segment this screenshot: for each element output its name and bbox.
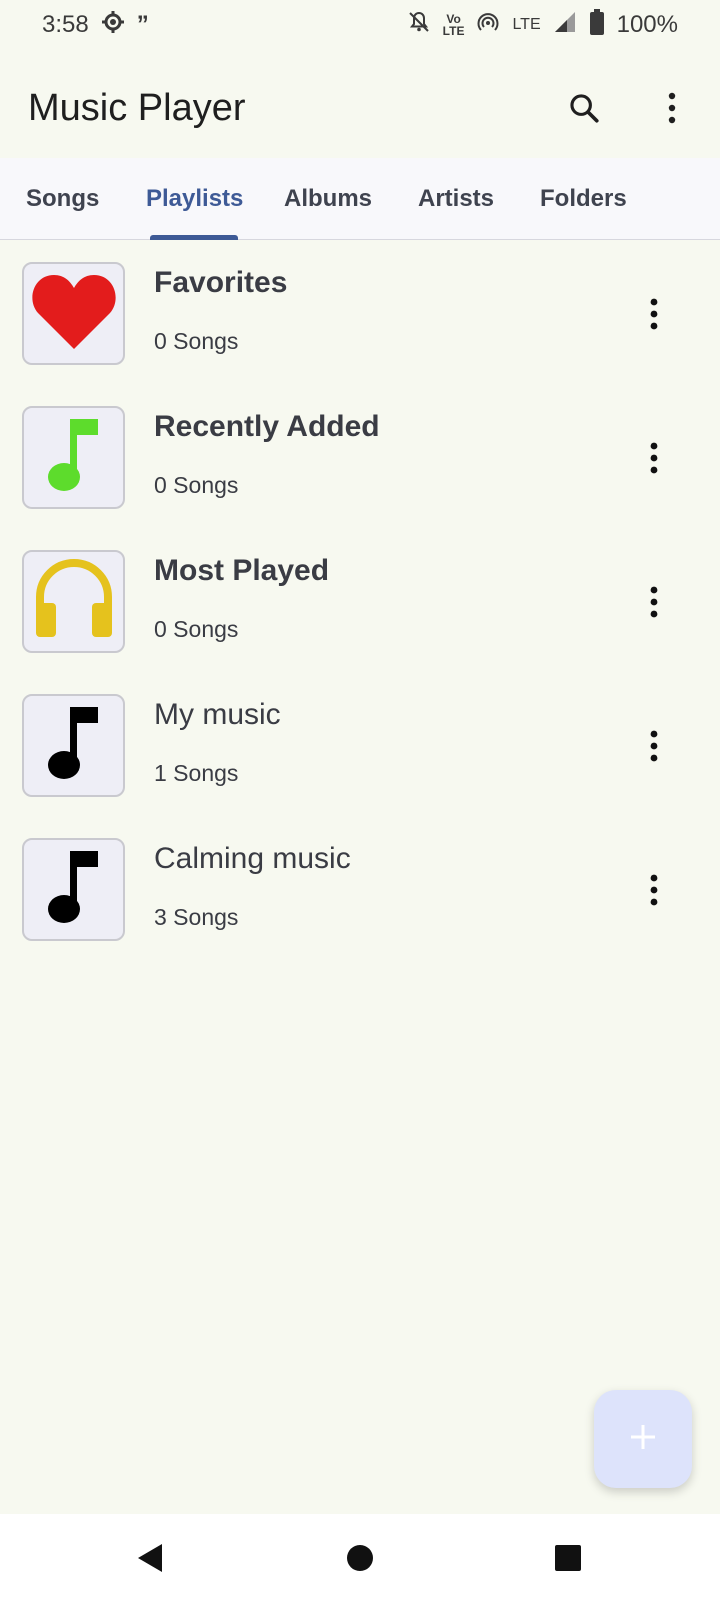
heart-icon	[30, 271, 118, 356]
headphones-icon	[32, 557, 116, 646]
playlist-more-icon[interactable]	[634, 870, 674, 910]
playlist-item-my-music[interactable]: My music 1 Songs	[0, 674, 720, 818]
settings-icon	[101, 10, 125, 41]
music-note-icon	[44, 703, 104, 788]
playlist-thumbnail	[22, 694, 125, 797]
playlist-thumbnail	[22, 550, 125, 653]
tab-bar: Songs Playlists Albums Artists Folders	[0, 158, 720, 240]
app-bar: Music Player	[0, 60, 720, 156]
volte-bottom: LTE	[442, 24, 465, 38]
signal-icon	[553, 10, 577, 41]
playlist-more-icon[interactable]	[634, 438, 674, 478]
tab-folders[interactable]: Folders	[540, 158, 627, 240]
tab-playlists[interactable]: Playlists	[146, 158, 243, 240]
playlist-song-count: 0 Songs	[154, 616, 239, 642]
playlist-more-icon[interactable]	[634, 582, 674, 622]
quote-icon: ”	[136, 11, 149, 38]
playlist-name: My music	[154, 698, 281, 731]
battery-level: 100%	[616, 11, 678, 38]
home-icon[interactable]	[344, 1542, 376, 1574]
playlist-name: Favorites	[154, 266, 288, 299]
volte-indicator: Vo LTE	[443, 13, 465, 37]
music-note-icon	[44, 847, 104, 932]
back-icon[interactable]	[134, 1542, 166, 1574]
system-nav-bar	[0, 1514, 720, 1600]
tab-artists[interactable]: Artists	[418, 158, 494, 240]
playlist-name: Recently Added	[154, 410, 380, 443]
app-title: Music Player	[28, 86, 246, 129]
status-bar: 3:58 ” Vo LTE LTE 100%	[0, 0, 720, 50]
tab-albums[interactable]: Albums	[284, 158, 372, 240]
add-icon	[628, 1422, 658, 1457]
status-time: 3:58	[42, 11, 89, 38]
playlist-song-count: 0 Songs	[154, 328, 239, 354]
battery-icon	[589, 8, 605, 42]
playlist-item-most-played[interactable]: Most Played 0 Songs	[0, 530, 720, 674]
playlist-thumbnail	[22, 406, 125, 509]
tab-songs[interactable]: Songs	[26, 158, 99, 240]
active-tab-indicator	[150, 235, 238, 240]
playlist-more-icon[interactable]	[634, 726, 674, 766]
playlist-song-count: 3 Songs	[154, 904, 239, 930]
playlist-item-recently-added[interactable]: Recently Added 0 Songs	[0, 386, 720, 530]
recents-icon[interactable]	[552, 1542, 584, 1574]
playlist-item-calming-music[interactable]: Calming music 3 Songs	[0, 818, 720, 962]
music-note-icon	[44, 415, 104, 500]
playlist-thumbnail	[22, 262, 125, 365]
playlist-song-count: 0 Songs	[154, 472, 239, 498]
playlist-thumbnail	[22, 838, 125, 941]
more-vert-icon[interactable]	[652, 88, 692, 128]
search-icon[interactable]	[564, 88, 604, 128]
playlist-name: Calming music	[154, 842, 351, 875]
network-type: LTE	[512, 16, 541, 33]
notifications-off-icon	[407, 10, 431, 41]
playlist-item-favorites[interactable]: Favorites 0 Songs	[0, 242, 720, 386]
hotspot-icon	[476, 10, 500, 41]
playlist-name: Most Played	[154, 554, 330, 587]
playlist-more-icon[interactable]	[634, 294, 674, 334]
playlist-song-count: 1 Songs	[154, 760, 239, 786]
add-playlist-button[interactable]	[594, 1390, 692, 1488]
